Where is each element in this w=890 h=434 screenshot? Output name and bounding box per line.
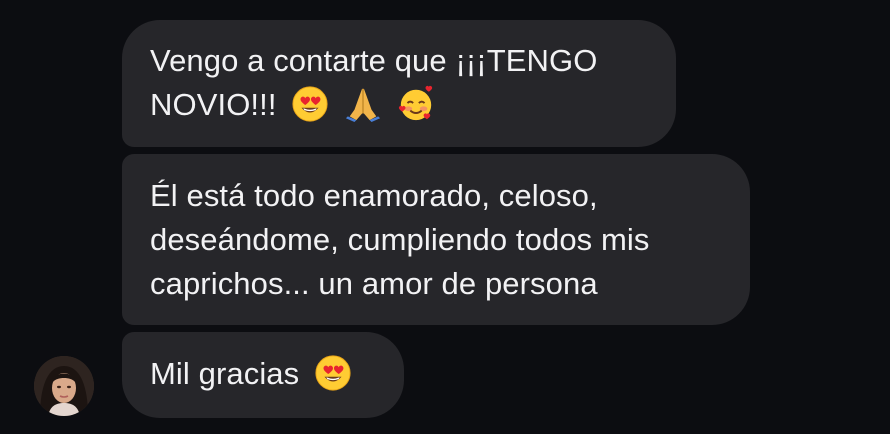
message-1-line-1: Vengo a contarte que ¡¡¡TENGO	[150, 43, 598, 78]
folded-hands-icon	[344, 85, 382, 123]
chat-thread: Vengo a contarte que ¡¡¡TENGO NOVIO!!! É…	[0, 0, 890, 434]
sender-avatar[interactable]	[34, 356, 94, 416]
heart-eyes-icon	[314, 354, 352, 392]
message-bubble-3[interactable]: Mil gracias	[122, 332, 404, 418]
message-3-line-1-wrap: Mil gracias	[150, 352, 376, 396]
message-2-line-2: deseándome, cumpliendo todos mis	[150, 222, 650, 257]
avatar-photo	[34, 356, 94, 416]
message-bubble-2[interactable]: Él está todo enamorado, celoso, deseándo…	[122, 154, 750, 325]
message-2-line-3: caprichos... un amor de persona	[150, 266, 598, 301]
message-2-line-1: Él está todo enamorado, celoso,	[150, 178, 598, 213]
message-1-line-2: NOVIO!!!	[150, 87, 277, 122]
message-1-line-2-wrap: NOVIO!!!	[150, 83, 648, 127]
heart-eyes-icon	[291, 85, 329, 123]
message-bubble-1[interactable]: Vengo a contarte que ¡¡¡TENGO NOVIO!!!	[122, 20, 676, 147]
message-3-line-1: Mil gracias	[150, 356, 300, 391]
smiling-face-with-hearts-icon	[397, 85, 435, 123]
